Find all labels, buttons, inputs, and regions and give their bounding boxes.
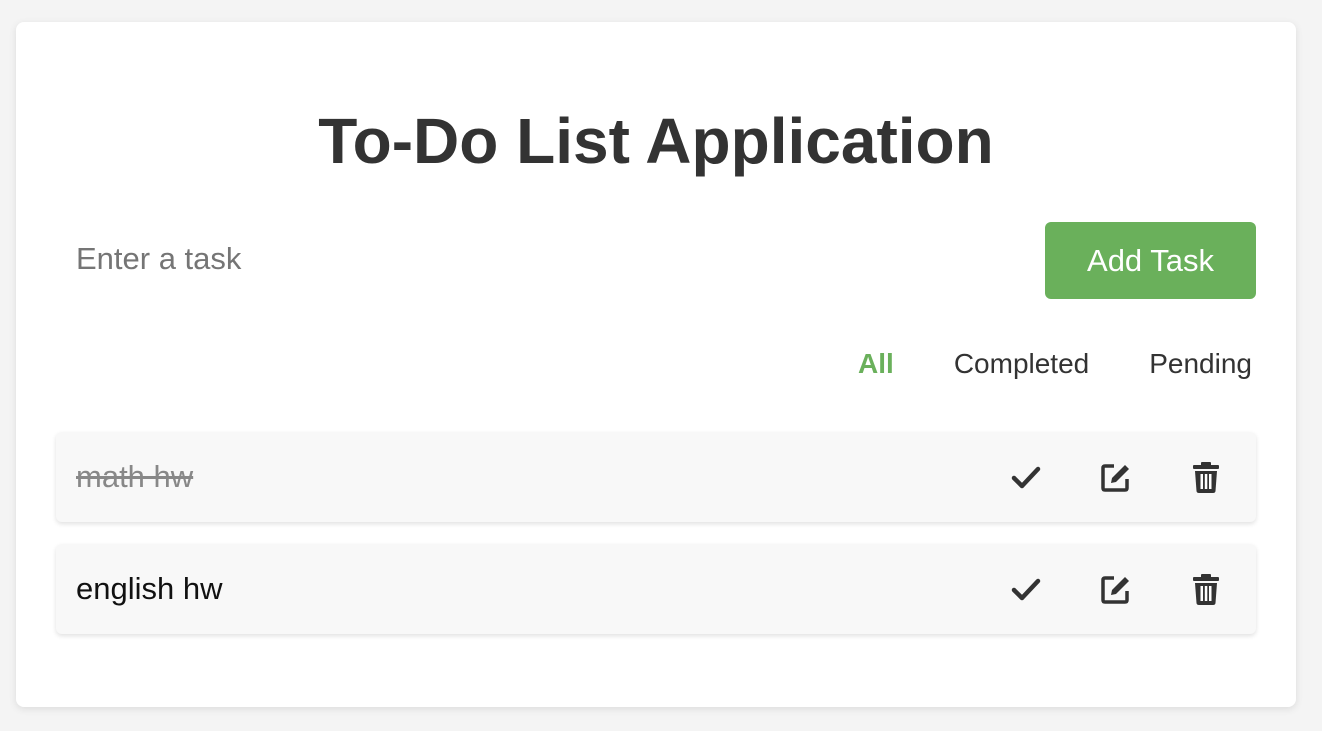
check-icon[interactable] (1008, 571, 1044, 607)
filter-pending[interactable]: Pending (1089, 344, 1252, 384)
page-title: To-Do List Application (318, 105, 994, 177)
task-item: english hw (56, 544, 1256, 634)
filter-all[interactable]: All (798, 344, 894, 384)
filter-completed[interactable]: Completed (894, 344, 1089, 384)
check-icon[interactable] (1008, 459, 1044, 495)
task-list: math hw english hw (56, 432, 1256, 656)
trash-icon[interactable] (1188, 459, 1224, 495)
todo-card: To-Do List Application Add Task All Comp… (16, 22, 1296, 707)
trash-icon[interactable] (1188, 571, 1224, 607)
add-task-button[interactable]: Add Task (1045, 222, 1256, 299)
task-actions (1008, 544, 1224, 634)
task-item: math hw (56, 432, 1256, 522)
task-actions (1008, 432, 1224, 522)
task-text: math hw (76, 459, 194, 494)
task-input[interactable] (56, 221, 1016, 297)
edit-icon[interactable] (1098, 459, 1134, 495)
edit-icon[interactable] (1098, 571, 1134, 607)
filter-bar: All Completed Pending (798, 344, 1252, 384)
task-text: english hw (76, 571, 223, 606)
